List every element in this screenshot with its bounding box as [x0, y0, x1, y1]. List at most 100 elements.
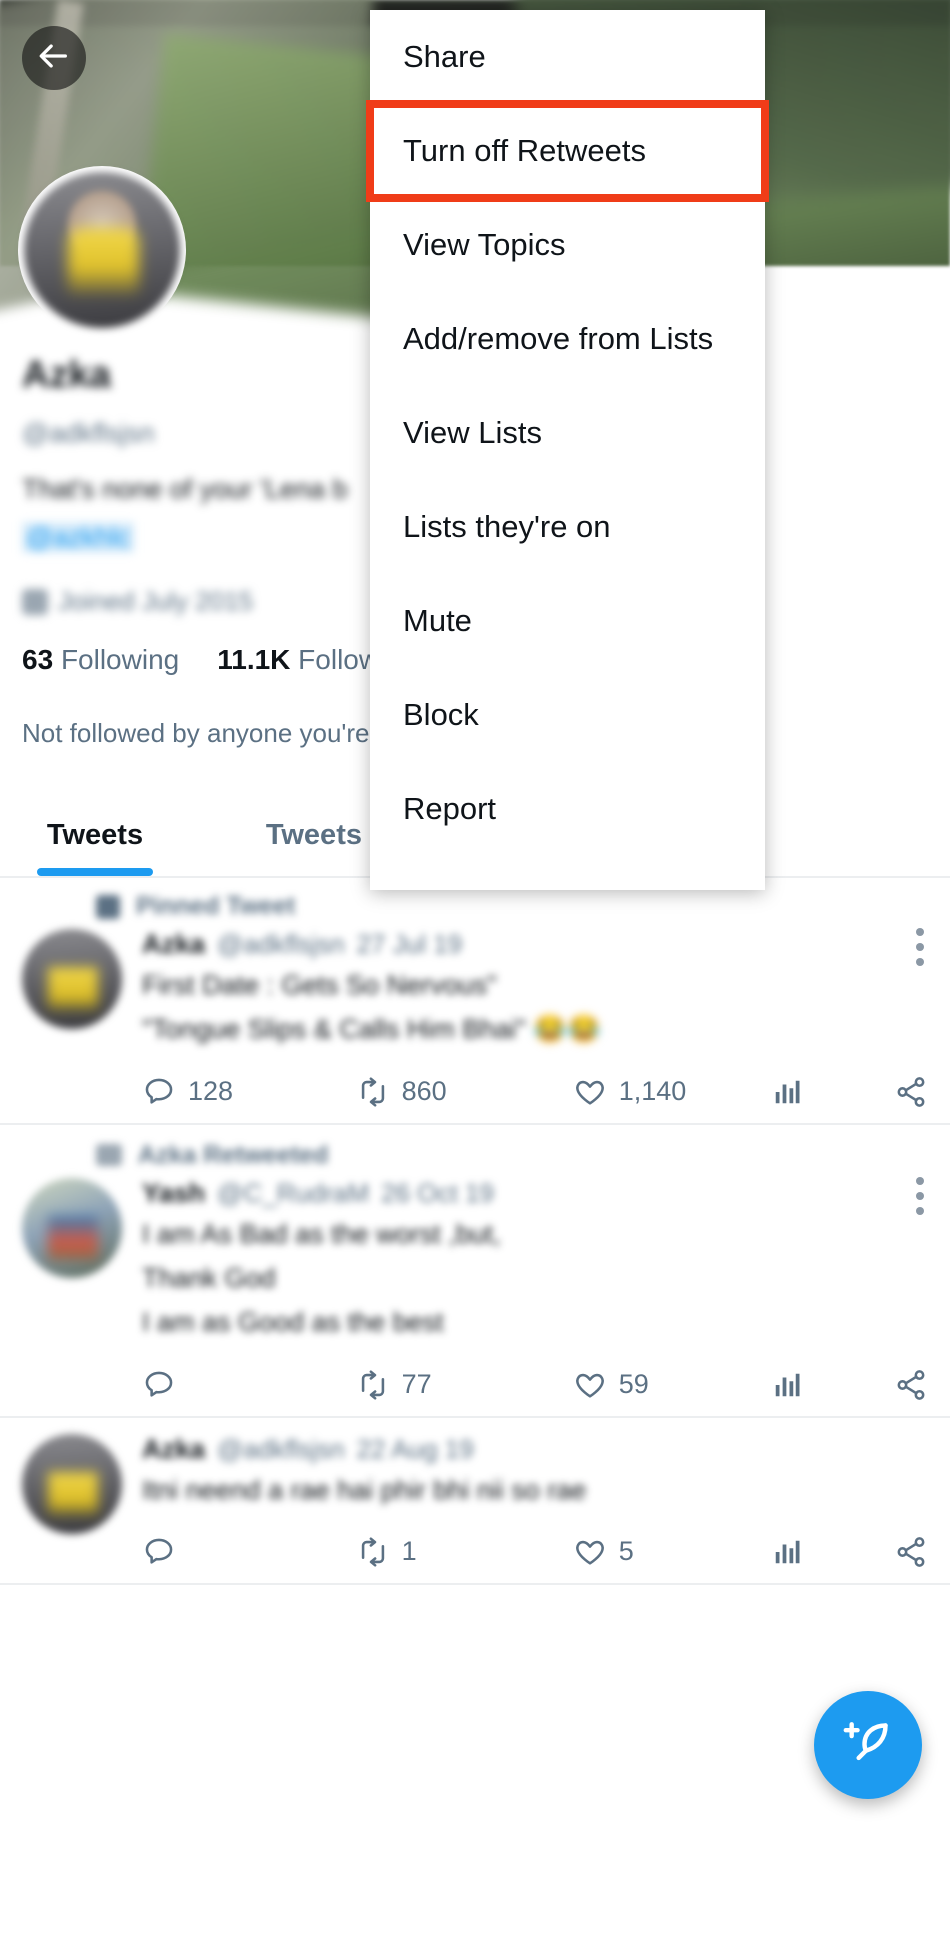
share-icon: [894, 1368, 928, 1402]
tab-tweets-label: Tweets: [46, 818, 144, 851]
menu-item-add-remove-from-lists[interactable]: Add/remove from Lists: [370, 292, 765, 386]
reply-action[interactable]: [142, 1368, 356, 1402]
retweet-count: 1: [401, 1536, 417, 1567]
tweet-text-line-2: "Tongue Slips & Calls Him Bhai" 😂😂: [142, 1010, 928, 1048]
tweet-author-name: Azka: [142, 929, 206, 959]
joined-text: Joined July 2015: [58, 586, 254, 616]
menu-item-lists-theyre-on-label: Lists they're on: [403, 509, 611, 544]
twitter-profile-screen: Azka @adkflsjsn That's none of your 'Len…: [0, 0, 950, 1933]
reply-count: 128: [188, 1076, 234, 1107]
tweet-item[interactable]: Azka Retweeted Yash @C_RudraM 26 Oct 19 …: [0, 1125, 950, 1418]
tweet-timestamp: 26 Oct 19: [381, 1177, 494, 1208]
like-count: 59: [618, 1369, 649, 1400]
page-title: Azka: [22, 354, 111, 396]
followers-stat[interactable]: 11.1K Follow: [217, 644, 379, 676]
like-action[interactable]: 1,140: [573, 1075, 773, 1109]
tweet-text-line-2-text: "Tongue Slips & Calls Him Bhai": [142, 1014, 526, 1045]
reply-action[interactable]: [142, 1535, 356, 1569]
tweet-context-label: Azka Retweeted: [138, 1140, 329, 1169]
share-action[interactable]: [894, 1075, 928, 1109]
retweet-action[interactable]: 1: [356, 1535, 573, 1569]
tweet-author-name: Yash: [142, 1177, 206, 1208]
tweet-author-handle: @adkflsjsn: [217, 1433, 345, 1464]
compose-tweet-icon: [840, 1715, 896, 1776]
tweet-item[interactable]: Azka @adkflsjsn 22 Aug 19 Itni neend a r…: [0, 1418, 950, 1585]
tweet-emoji: 😂😂: [533, 1014, 601, 1045]
tweet-text-line-1: Itni neend a rae hai phir bhi nii so rae: [142, 1474, 587, 1505]
following-stat[interactable]: 63 Following: [22, 644, 179, 676]
menu-item-share[interactable]: Share: [370, 10, 765, 104]
share-action[interactable]: [894, 1535, 928, 1569]
tweet-context: Azka Retweeted: [96, 1141, 928, 1170]
tweet-actions: 77 59: [142, 1368, 928, 1402]
followers-label: Follow: [298, 644, 380, 675]
menu-item-share-label: Share: [403, 39, 486, 74]
reply-action[interactable]: 128: [142, 1075, 356, 1109]
analytics-bars-icon: [772, 1537, 802, 1567]
profile-bio-line-1: That's none of your 'Lena b: [22, 474, 348, 504]
menu-item-block[interactable]: Block: [370, 668, 765, 762]
like-count: 1,140: [618, 1076, 687, 1107]
profile-joined-date: Joined July 2015: [22, 586, 253, 617]
following-count: 63: [22, 644, 54, 675]
analytics-bars-icon: [772, 1077, 802, 1107]
tweet-timestamp: 27 Jul 19: [356, 929, 463, 959]
retweet-count: 77: [401, 1369, 432, 1400]
retweet-action[interactable]: 77: [356, 1368, 573, 1402]
avatar-image: [24, 172, 180, 328]
back-button[interactable]: [22, 26, 86, 90]
tab-tweets[interactable]: Tweets: [0, 794, 190, 876]
menu-item-view-topics[interactable]: View Topics: [370, 198, 765, 292]
tweet-context-label: Pinned Tweet: [136, 892, 296, 920]
menu-item-lists-theyre-on[interactable]: Lists they're on: [370, 480, 765, 574]
analytics-bars-icon: [772, 1370, 802, 1400]
active-tab-indicator: [37, 868, 153, 876]
tweet-avatar[interactable]: [22, 929, 122, 1029]
share-icon: [894, 1075, 928, 1109]
tweet-header: Azka @adkflsjsn 22 Aug 19: [142, 1434, 928, 1465]
back-arrow-icon: [37, 39, 71, 78]
tweet-header: Yash @C_RudraM 26 Oct 19: [142, 1178, 928, 1209]
analytics-action[interactable]: [772, 1370, 894, 1400]
tweet-author-handle: @adkflsjsn: [217, 929, 345, 959]
tweet-author-name: Azka: [142, 1433, 206, 1464]
menu-item-view-topics-label: View Topics: [403, 227, 566, 262]
like-count: 5: [618, 1536, 634, 1567]
menu-item-block-label: Block: [403, 697, 479, 732]
menu-item-mute[interactable]: Mute: [370, 574, 765, 668]
like-action[interactable]: 5: [573, 1535, 773, 1569]
analytics-action[interactable]: [772, 1537, 894, 1567]
tweet-item[interactable]: Pinned Tweet Azka @adkflsjsn 27 Jul 19 F…: [0, 876, 950, 1125]
tweet-text-line-1: First Date : Gets So Nervous": [142, 970, 497, 1000]
tweet-actions: 128 860 1,140: [142, 1075, 928, 1109]
menu-item-mute-label: Mute: [403, 603, 472, 638]
menu-item-turn-off-retweets[interactable]: Turn off Retweets: [366, 100, 769, 202]
tweet-header: Azka @adkflsjsn 27 Jul 19: [142, 929, 928, 960]
menu-item-add-remove-from-lists-label: Add/remove from Lists: [403, 321, 714, 356]
profile-bio-mention[interactable]: @azkhlc: [22, 522, 134, 553]
menu-item-turn-off-retweets-label: Turn off Retweets: [403, 133, 646, 168]
avatar[interactable]: [18, 166, 186, 334]
calendar-icon: [22, 588, 48, 615]
menu-item-report[interactable]: Report: [370, 762, 765, 856]
menu-item-view-lists[interactable]: View Lists: [370, 386, 765, 480]
retweet-action[interactable]: 860: [356, 1075, 573, 1109]
followers-count: 11.1K: [217, 644, 291, 675]
like-action[interactable]: 59: [573, 1368, 773, 1402]
tweet-text-line-2: Thank God: [142, 1262, 276, 1293]
analytics-action[interactable]: [772, 1077, 894, 1107]
share-icon: [894, 1535, 928, 1569]
tweet-text-line-1: I am As Bad as the worst ,but,: [142, 1218, 501, 1249]
profile-handle: @adkflsjsn: [22, 418, 155, 448]
tweet-timestamp: 22 Aug 19: [356, 1433, 474, 1464]
retweet-count: 860: [401, 1076, 447, 1107]
tweet-avatar[interactable]: [22, 1433, 122, 1534]
share-action[interactable]: [894, 1368, 928, 1402]
compose-tweet-button[interactable]: [814, 1691, 922, 1799]
not-followed-note: Not followed by anyone you're: [22, 718, 370, 748]
tweet-avatar[interactable]: [22, 1177, 122, 1278]
overflow-menu: Share Turn off Retweets View Topics Add/…: [366, 10, 769, 890]
tweet-list: Pinned Tweet Azka @adkflsjsn 27 Jul 19 F…: [0, 876, 950, 1585]
profile-stats: 63 Following 11.1K Follow: [22, 644, 379, 676]
menu-item-report-label: Report: [403, 791, 497, 826]
